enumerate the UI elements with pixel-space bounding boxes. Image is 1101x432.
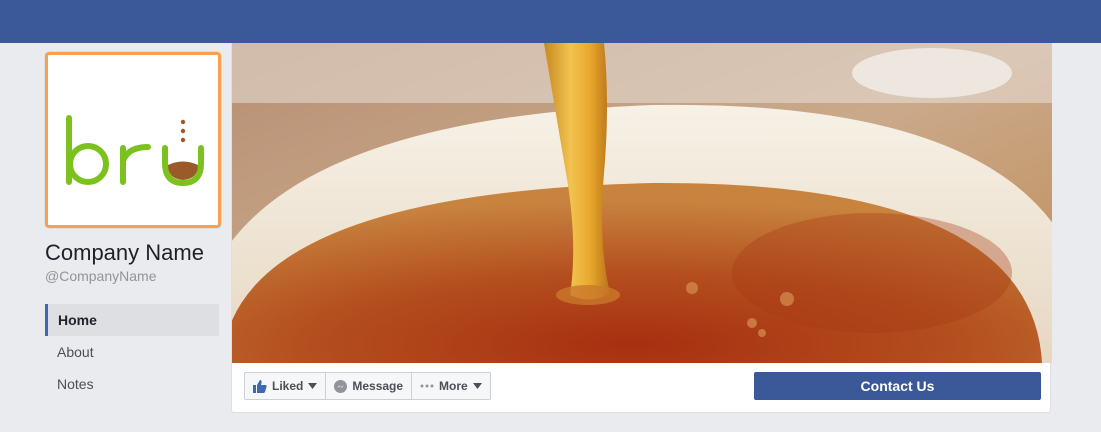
message-button[interactable]: Message bbox=[326, 372, 413, 400]
left-column: Company Name @CompanyName Home About Not… bbox=[45, 52, 221, 400]
more-label: More bbox=[439, 379, 468, 393]
messenger-icon bbox=[334, 379, 348, 393]
cover-photo[interactable] bbox=[232, 43, 1052, 363]
message-label: Message bbox=[352, 379, 404, 393]
nav-item-home[interactable]: Home bbox=[45, 304, 219, 336]
top-navigation-bar bbox=[0, 0, 1101, 43]
nav-item-notes[interactable]: Notes bbox=[45, 368, 219, 400]
caret-down-icon bbox=[308, 383, 318, 389]
nav-item-about[interactable]: About bbox=[45, 336, 219, 368]
thumbs-up-icon bbox=[253, 379, 267, 393]
liked-button[interactable]: Liked bbox=[244, 372, 327, 400]
page-handle[interactable]: @CompanyName bbox=[45, 268, 219, 284]
page-navigation: Home About Notes bbox=[45, 304, 219, 400]
page-header-card: Liked Message More Contact Us bbox=[231, 43, 1052, 413]
liked-label: Liked bbox=[272, 379, 304, 393]
bru-logo bbox=[66, 115, 204, 187]
caret-down-icon bbox=[472, 383, 482, 389]
page-name[interactable]: Company Name bbox=[45, 240, 219, 266]
profile-picture[interactable] bbox=[45, 52, 221, 228]
tea-cup-cover-image bbox=[232, 43, 1052, 363]
contact-us-button[interactable]: Contact Us bbox=[754, 372, 1041, 400]
ellipsis-icon bbox=[420, 384, 434, 388]
page-action-bar: Liked Message More bbox=[244, 372, 491, 400]
more-button[interactable]: More bbox=[412, 372, 491, 400]
